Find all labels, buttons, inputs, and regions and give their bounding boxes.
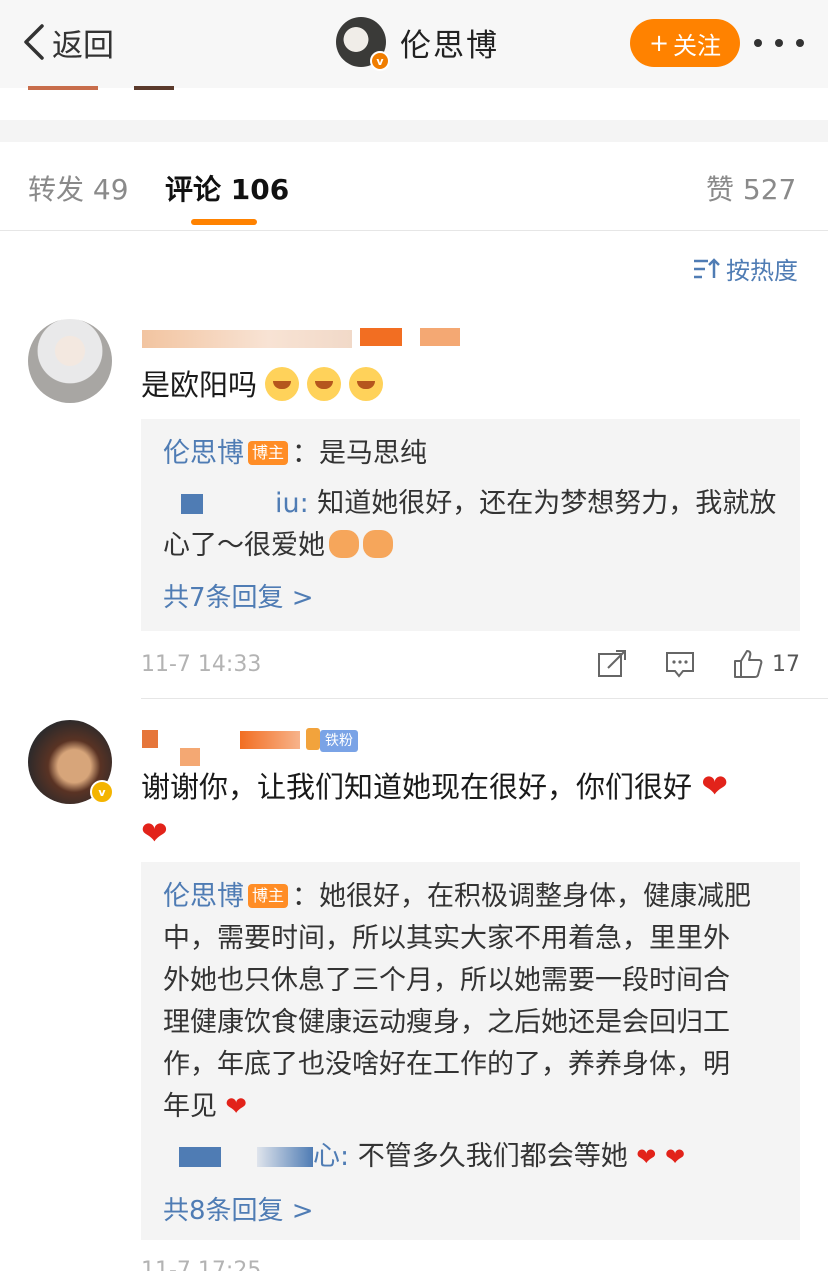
reply-item: 年见 ❤ [163,1086,778,1128]
more-options-button[interactable] [754,26,804,60]
active-tab-indicator [191,219,257,225]
username-blurred[interactable] [142,730,158,748]
heart-emoji-icon: ❤ [701,767,729,805]
share-icon [598,650,626,677]
tab-likes[interactable]: 赞 527 [706,168,796,208]
username-blurred[interactable] [142,330,352,348]
comment-body: 是欧阳吗 [141,368,258,402]
heart-emoji-icon: ❤ [665,1143,686,1171]
comment-body: 谢谢你，让我们知道她现在很好，你们很好 [141,770,693,804]
reply-text: 不管多久我们都会等她 [349,1141,628,1172]
verified-badge-icon: v [370,51,390,71]
username-blurred[interactable] [179,1147,221,1167]
account-header[interactable]: v 伦思博 [336,16,499,71]
user-badge-blurred [420,328,460,346]
clap-emoji-icon [329,530,359,558]
fan-level-badge: 铁粉 [306,728,358,752]
divider [141,698,828,699]
image-strip-edge [28,86,98,90]
section-divider [0,120,828,142]
avatar[interactable] [28,319,112,403]
follow-button[interactable]: + 关注 [630,19,740,67]
reply-box[interactable]: 伦思博 博主 ：她很好，在积极调整身体，健康减肥 中，需要时间，所以其实大家不用着急… [141,862,800,1240]
reply-author[interactable]: 伦思博 [163,438,244,469]
sort-by-hot-button[interactable]: 按热度 [692,251,798,286]
reply-author[interactable]: 伦思博 [163,881,244,912]
crying-emoji-icon [349,367,384,401]
comment-text: 是欧阳吗 [141,362,384,408]
comment-icon [666,652,694,678]
back-button[interactable]: 返回 [20,18,114,66]
heart-emoji-icon: ❤ [141,814,168,852]
user-badge-blurred [360,328,402,346]
avatar[interactable]: v [336,17,390,71]
thumbs-up-icon [734,650,763,678]
heart-emoji-icon: ❤ [217,1092,248,1122]
repost-button[interactable] [596,648,628,680]
top-nav-bar: 返回 v 伦思博 + 关注 [0,0,828,88]
reply-text-line: 中，需要时间，所以其实大家不用着急，里里外 [163,923,730,954]
reply-text-line: 年见 [163,1091,217,1122]
owner-badge: 博主 [248,884,289,908]
reply-box[interactable]: 伦思博 博主 ：是马思纯 iu: 知道她很好，还在为梦想努力，我就放心了～很爱她 共… [141,419,800,631]
comment-time: 11-7 17:25 [141,1258,262,1271]
sort-label: 按热度 [726,257,798,285]
comment-time: 11-7 14:33 [141,652,262,677]
reply-item: 伦思博 博主 ：是马思纯 [163,433,778,475]
verified-badge-icon: v [90,780,114,804]
tab-comments[interactable]: 评论 106 [165,168,289,208]
reply-text: ：是马思纯 [292,438,428,469]
plus-icon: + [648,29,670,57]
chevron-left-icon [24,24,44,60]
reply-author[interactable]: iu: [275,488,309,519]
username-blurred [257,1147,313,1167]
crying-emoji-icon [265,367,300,401]
sort-icon [694,257,720,278]
reply-author[interactable]: 心: [313,1141,349,1172]
reply-text-line: 理健康饮食健康运动瘦身，之后她还是会回归工 [163,1007,730,1038]
comment-text: 谢谢你，让我们知道她现在很好，你们很好 ❤ ❤ [141,763,801,857]
owner-badge: 博主 [248,441,289,465]
reply-text-line: 作，年底了也没啥好在工作的了，养养身体，明 [163,1049,730,1080]
like-button[interactable]: 17 [732,648,800,680]
crying-emoji-icon [307,367,342,401]
tab-repost[interactable]: 转发 49 [28,168,129,208]
reply-button[interactable] [664,648,696,680]
iron-fan-badge: 铁粉 [320,730,358,752]
more-replies-link[interactable]: 共7条回复 > [163,577,314,614]
reply-text-line: 外她也只休息了三个月，所以她需要一段时间合 [163,965,730,996]
more-dot-icon [775,39,783,47]
avatar[interactable]: v [28,720,114,804]
clap-emoji-icon [363,530,393,558]
follow-label: 关注 [673,31,722,60]
account-name[interactable]: 伦思博 [400,20,499,65]
fan-level-icon [306,728,320,750]
like-count: 17 [772,651,800,677]
username-blurred [240,731,300,749]
reply-text: 知道她很好，还在为梦想努力，我就放心了～很爱她 [163,488,777,561]
reply-item: 心: 不管多久我们都会等她 ❤ ❤ [163,1136,778,1178]
heart-emoji-icon: ❤ [636,1143,657,1171]
more-dot-icon [754,39,762,47]
more-replies-link[interactable]: 共8条回复 > [163,1190,314,1227]
reply-item: 伦思博 博主 ：她很好，在积极调整身体，健康减肥 [163,876,778,918]
more-dot-icon [796,39,804,47]
reply-item: iu: 知道她很好，还在为梦想努力，我就放心了～很爱她 [163,483,778,567]
image-strip-edge [134,86,174,90]
back-label: 返回 [52,27,114,64]
reply-text-line: ：她很好，在积极调整身体，健康减肥 [292,881,752,912]
divider [0,230,828,231]
username-blurred[interactable] [181,494,203,514]
